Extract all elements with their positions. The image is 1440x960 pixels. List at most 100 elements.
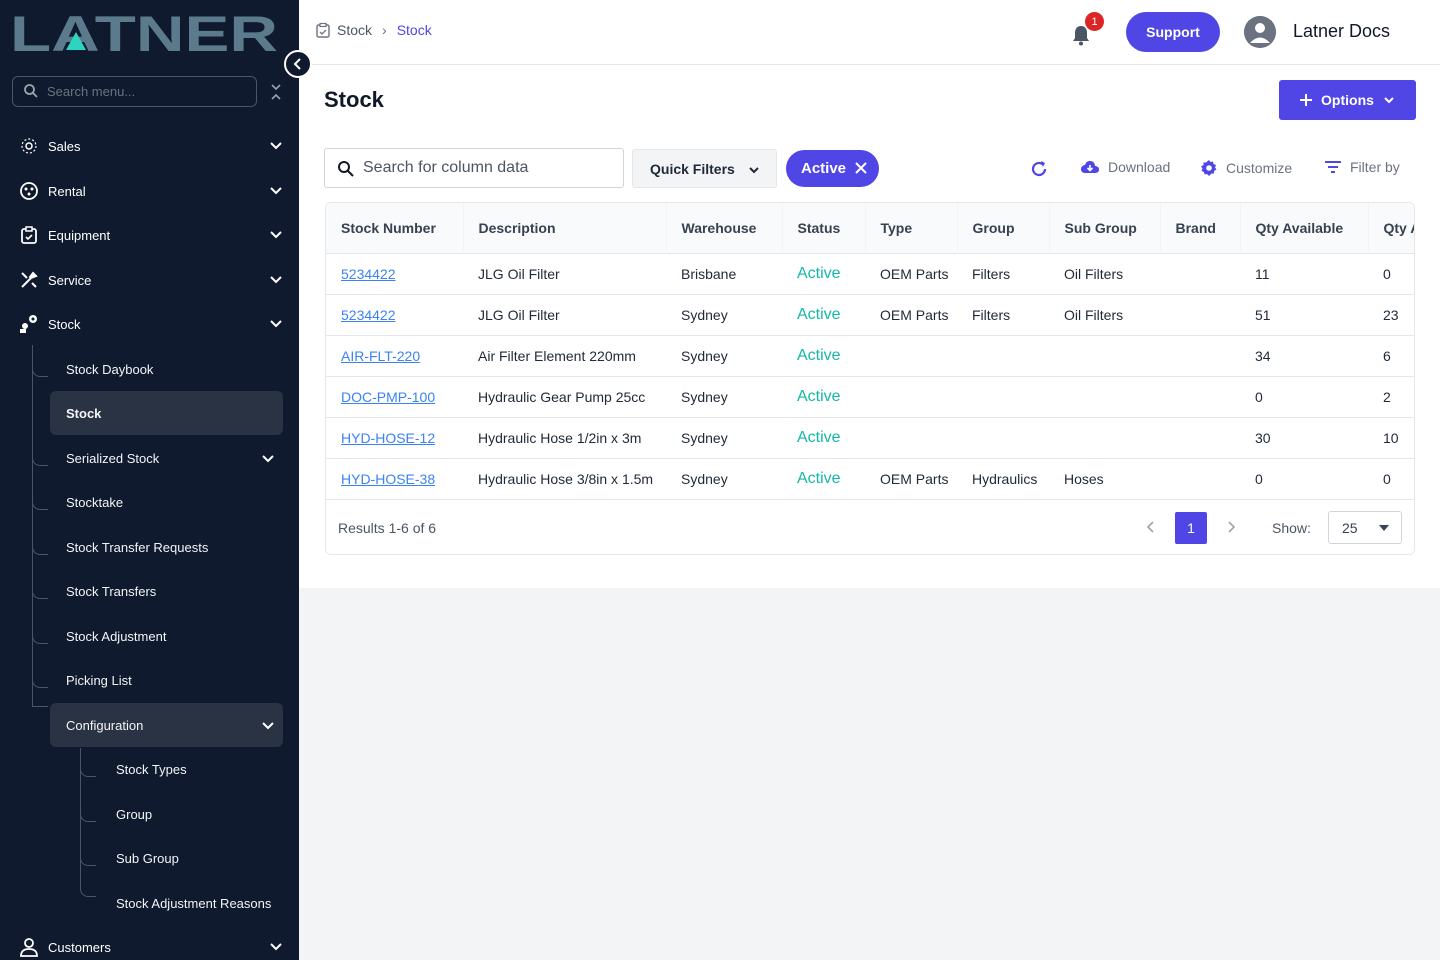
cell-qty-available: 30 [1255, 429, 1271, 446]
chevron-down-icon [262, 455, 274, 463]
cell-description: Air Filter Element 220mm [478, 347, 636, 364]
menu-search[interactable] [12, 76, 257, 107]
chevron-down-icon [262, 722, 274, 730]
sidebar-item-stock[interactable]: Stock [12, 304, 287, 344]
sidebar-subitem-serialized-stock[interactable]: Serialized Stock [50, 436, 283, 480]
sidebar-config-stock-adjustment-reasons[interactable]: Stock Adjustment Reasons [100, 881, 290, 925]
close-icon[interactable] [854, 161, 868, 175]
page-size-label: Show: [1272, 520, 1311, 536]
collapse-sidebar-button[interactable] [284, 50, 312, 78]
quick-filters-dropdown[interactable]: Quick Filters [632, 149, 777, 188]
table-row[interactable]: 5234422 JLG Oil Filter Sydney Active OEM Par… [326, 294, 1414, 335]
column-header-brand[interactable]: Brand [1160, 203, 1241, 253]
table-row[interactable]: 5234422 JLG Oil Filter Brisbane Active OEM P… [326, 253, 1414, 294]
cell-sub-group [1049, 376, 1160, 417]
sidebar-subitem-stocktake[interactable]: Stocktake [50, 480, 283, 524]
column-header-warehouse[interactable]: Warehouse [666, 203, 783, 253]
cell-stock-number[interactable]: HYD-HOSE-38 [326, 458, 463, 499]
filter-icon [1325, 161, 1341, 173]
tree-branch [32, 363, 48, 377]
cell-brand [1160, 376, 1240, 417]
column-header-type[interactable]: Type [865, 203, 958, 253]
sidebar-subitem-stock[interactable]: Stock [50, 391, 283, 435]
sidebar-item-equipment[interactable]: Equipment [12, 215, 287, 255]
table-body: 5234422 JLG Oil Filter Brisbane Active OEM P… [326, 253, 1414, 499]
sidebar-item-service[interactable]: Service [12, 260, 287, 300]
sidebar-subitem-stock-transfers[interactable]: Stock Transfers [50, 569, 283, 613]
options-button[interactable]: Options [1279, 80, 1416, 120]
breadcrumb-current[interactable]: Stock [397, 22, 432, 38]
cell-stock-number[interactable]: DOC-PMP-100 [326, 376, 463, 417]
column-header-stock-number[interactable]: Stock Number [326, 203, 464, 253]
filter-by-button[interactable]: Filter by [1324, 159, 1400, 175]
chevron-left-icon[interactable] [1144, 518, 1158, 536]
sidebar-item-rental[interactable]: Rental [12, 171, 287, 211]
column-header-sub-group[interactable]: Sub Group [1049, 203, 1161, 253]
sidebar-item-label: Rental [48, 183, 86, 199]
sidebar-subitem-configuration[interactable]: Configuration [50, 703, 283, 747]
stock-number-link[interactable]: AIR-FLT-220 [341, 348, 420, 364]
page-number-button[interactable]: 1 [1175, 512, 1207, 544]
breadcrumb-item[interactable]: Stock [337, 22, 372, 38]
page-size-select[interactable]: 25 [1328, 511, 1402, 544]
cell-stock-number[interactable]: AIR-FLT-220 [326, 335, 463, 376]
column-header-status[interactable]: Status [782, 203, 866, 253]
chevron-right-icon[interactable] [1224, 518, 1238, 536]
sidebar-config-sub-group[interactable]: Sub Group [100, 836, 290, 880]
cell-stock-number[interactable]: HYD-HOSE-12 [326, 417, 463, 458]
stock-number-link[interactable]: HYD-HOSE-38 [341, 471, 435, 487]
column-search[interactable] [324, 148, 624, 188]
cell-stock-number[interactable]: 5234422 [326, 253, 463, 294]
sidebar-item-customers[interactable]: Customers [12, 927, 287, 960]
column-header-group[interactable]: Group [957, 203, 1050, 253]
menu-search-input[interactable] [47, 84, 237, 99]
tree-branch [32, 674, 48, 688]
sidebar-subitem-stock-transfer-requests[interactable]: Stock Transfer Requests [50, 525, 283, 569]
download-button[interactable]: Download [1080, 159, 1170, 175]
sidebar-item-label: Sales [48, 138, 81, 154]
table-footer: Results 1-6 of 6 1 Show: 25 [326, 499, 1414, 554]
sidebar-subitem-label: Stocktake [66, 494, 124, 510]
sidebar-config-label: Stock Types [116, 761, 187, 777]
cell-type: OEM Parts [880, 470, 949, 487]
column-header-description[interactable]: Description [463, 203, 667, 253]
customize-button[interactable]: Customize [1200, 159, 1292, 177]
table-header-row: Stock Number Description Warehouse Statu… [326, 203, 1414, 253]
refresh-icon[interactable] [1029, 159, 1049, 179]
table-row[interactable]: DOC-PMP-100 Hydraulic Gear Pump 25cc Sydne… [326, 376, 1414, 417]
stock-number-link[interactable]: 5234422 [341, 307, 396, 323]
stock-number-link[interactable]: DOC-PMP-100 [341, 389, 435, 405]
stock-number-link[interactable]: 5234422 [341, 266, 396, 282]
sidebar-subitem-stock-adjustment[interactable]: Stock Adjustment [50, 614, 283, 658]
avatar[interactable] [1244, 16, 1276, 48]
sidebar-item-sales[interactable]: Sales [12, 126, 287, 166]
equipment-icon [18, 224, 40, 246]
table-row[interactable]: HYD-HOSE-38 Hydraulic Hose 3/8in x 1.5m Sy… [326, 458, 1414, 499]
chevron-down-icon [270, 142, 282, 150]
column-header-qty-available[interactable]: Qty Available [1240, 203, 1369, 253]
cell-description: JLG Oil Filter [478, 265, 560, 282]
stock-number-link[interactable]: HYD-HOSE-12 [341, 430, 435, 446]
breadcrumb: Stock › Stock [315, 22, 432, 38]
cell-brand [1160, 253, 1240, 294]
expand-collapse-icon[interactable] [268, 82, 284, 102]
user-name[interactable]: Latner Docs [1293, 21, 1390, 42]
gear-icon [1201, 160, 1217, 176]
table-row[interactable]: AIR-FLT-220 Air Filter Element 220mm Sydne… [326, 335, 1414, 376]
column-search-input[interactable] [363, 159, 613, 177]
cell-group [957, 376, 1049, 417]
sidebar-config-group[interactable]: Group [100, 792, 290, 836]
stock-icon [18, 313, 40, 335]
cell-brand [1160, 294, 1240, 335]
sidebar-subitem-stock-daybook[interactable]: Stock Daybook [50, 347, 283, 391]
sidebar-subitem-picking-list[interactable]: Picking List [50, 658, 283, 702]
latner-logo[interactable]: LATNER [10, 10, 280, 56]
table-row[interactable]: HYD-HOSE-12 Hydraulic Hose 1/2in x 3m Sydn… [326, 417, 1414, 458]
chevron-down-icon [270, 943, 282, 951]
active-filter-chip[interactable]: Active [786, 150, 879, 187]
support-button[interactable]: Support [1126, 12, 1220, 52]
cell-stock-number[interactable]: 5234422 [326, 294, 463, 335]
column-header-qty-allocated[interactable]: Qty A [1368, 203, 1414, 253]
tree-branch [80, 763, 96, 777]
sidebar-config-stock-types[interactable]: Stock Types [100, 747, 290, 791]
